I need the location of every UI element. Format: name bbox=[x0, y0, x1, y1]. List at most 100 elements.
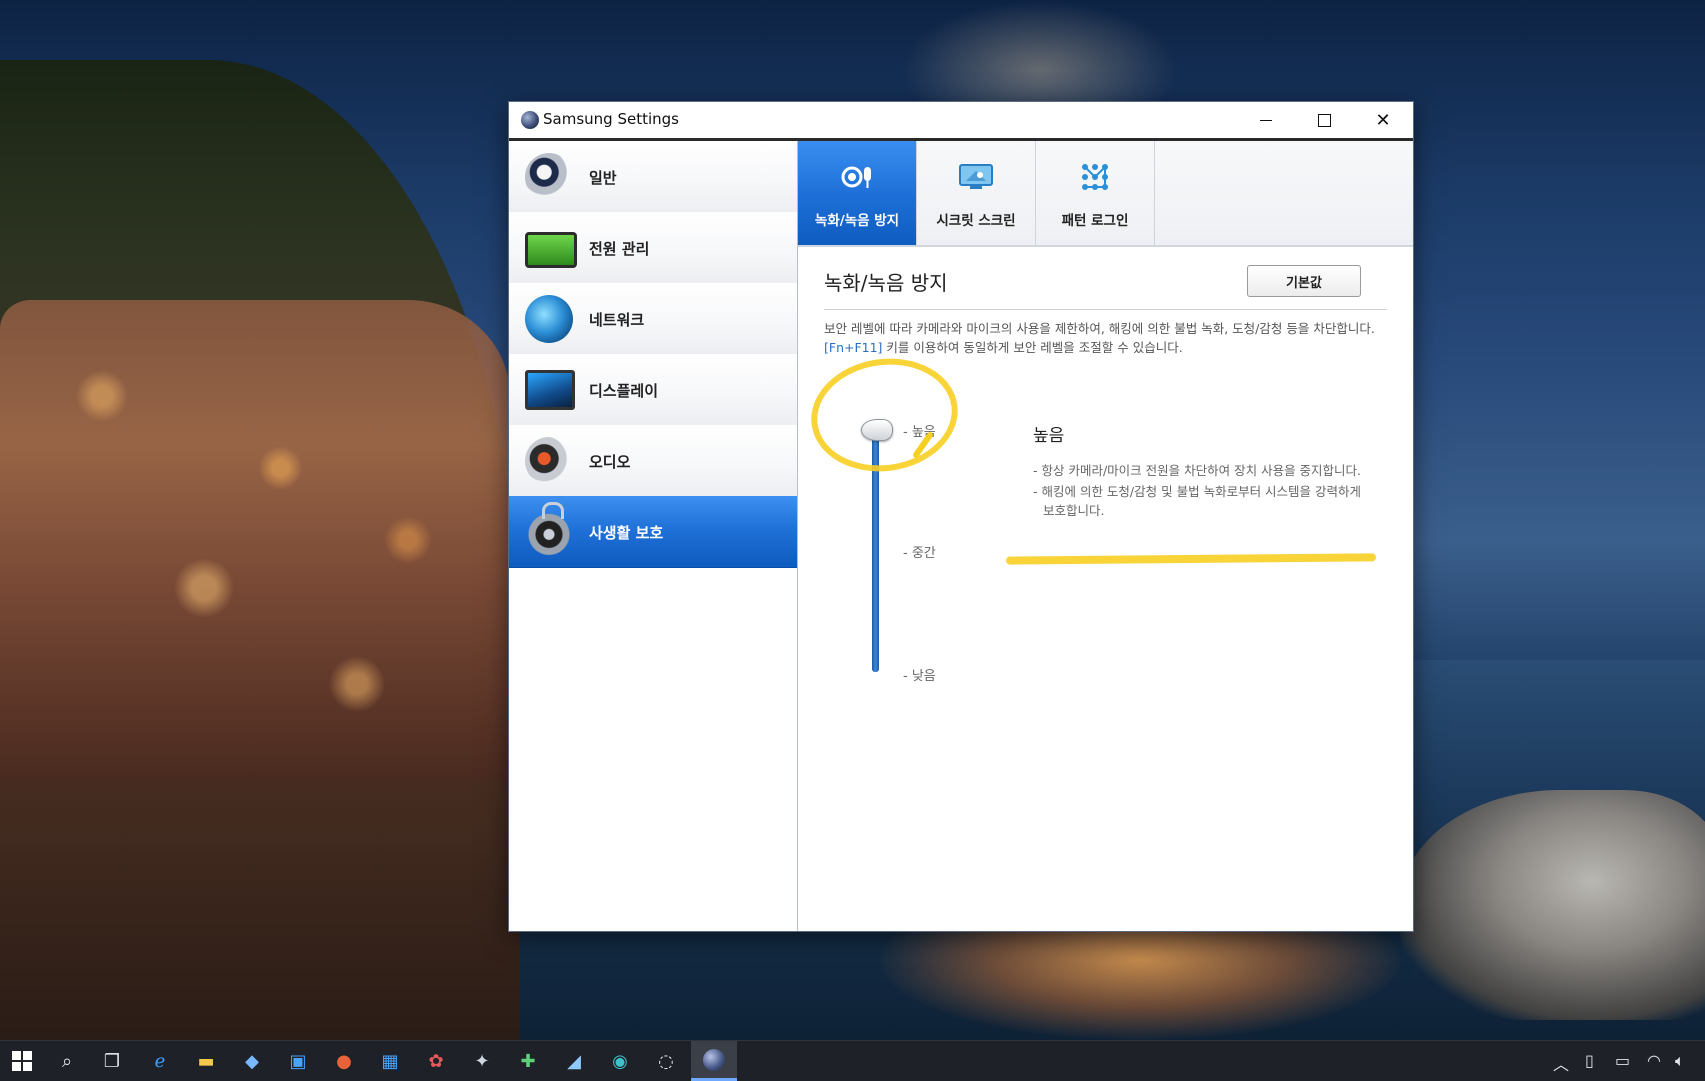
app-icon: ▣ bbox=[289, 1050, 307, 1072]
internet-explorer-icon: ℯ bbox=[154, 1050, 166, 1072]
app-icon: ✦ bbox=[474, 1050, 490, 1072]
annotation-underline bbox=[1005, 553, 1377, 565]
level-option-medium[interactable]: - 중간 bbox=[903, 542, 936, 561]
annotation-circle bbox=[803, 349, 966, 481]
taskbar-app-6[interactable]: ✚ bbox=[516, 1049, 540, 1073]
title-bar[interactable]: Samsung Settings ✕ bbox=[509, 102, 1413, 141]
tab-label: 패턴 로그인 bbox=[1061, 213, 1129, 229]
sidebar-item-audio[interactable]: 오디오 bbox=[509, 425, 797, 497]
lock-shackle bbox=[542, 502, 564, 519]
app-icon: ▦ bbox=[381, 1050, 399, 1072]
tray-battery-button[interactable]: ▭ bbox=[1615, 1051, 1630, 1070]
tray-device-button[interactable]: ▯ bbox=[1585, 1051, 1594, 1070]
app-icon: ✿ bbox=[428, 1050, 444, 1072]
sidebar: 일반 전원 관리 네트워크 디스플레이 오디오 사생활 보호 bbox=[509, 141, 798, 931]
tab-recording-prevention[interactable]: 녹화/녹음 방지 bbox=[798, 141, 917, 245]
sidebar-item-label: 사생활 보호 bbox=[589, 524, 664, 542]
wallpaper-rocks bbox=[1400, 790, 1705, 1020]
window-title: Samsung Settings bbox=[543, 110, 679, 128]
level-description-line: - 항상 카메라/마이크 전원을 차단하여 장치 사용을 중지합니다. bbox=[1033, 463, 1362, 478]
folder-icon: ▬ bbox=[197, 1050, 215, 1072]
minimize-button[interactable] bbox=[1237, 102, 1295, 138]
sidebar-item-label: 일반 bbox=[589, 169, 617, 187]
sidebar-item-label: 네트워크 bbox=[589, 311, 645, 329]
level-option-low[interactable]: - 낮음 bbox=[903, 665, 936, 684]
tab-label: 시크릿 스크린 bbox=[936, 213, 1016, 229]
samsung-settings-taskbar-icon bbox=[703, 1049, 725, 1071]
app-icon: ◢ bbox=[567, 1050, 581, 1072]
content-panel: 녹화/녹음 방지 기본값 보안 레벨에 따라 카메라와 마이크의 사용을 제한하… bbox=[798, 247, 1413, 931]
camera-mic-icon bbox=[841, 166, 871, 188]
maximize-icon bbox=[1317, 113, 1331, 127]
search-icon: ⌕ bbox=[61, 1050, 73, 1072]
globe-wifi-icon bbox=[525, 295, 573, 343]
sidebar-item-network[interactable]: 네트워크 bbox=[509, 283, 797, 355]
start-button[interactable] bbox=[10, 1049, 34, 1073]
sidebar-item-label: 전원 관리 bbox=[589, 240, 650, 258]
taskbar-edge[interactable]: ◉ bbox=[608, 1049, 632, 1073]
taskbar-powerpoint[interactable]: ● bbox=[332, 1049, 356, 1073]
volume-icon: 🔈︎ bbox=[1675, 1051, 1685, 1070]
sidebar-item-label: 디스플레이 bbox=[589, 382, 659, 400]
sidebar-item-display[interactable]: 디스플레이 bbox=[509, 354, 797, 426]
device-icon: ▯ bbox=[1585, 1051, 1594, 1070]
task-view-button[interactable]: ❐ bbox=[100, 1049, 124, 1073]
tab-bar: 녹화/녹음 방지 시크릿 스크린 패턴 로그인 bbox=[798, 141, 1413, 247]
tray-volume-button[interactable]: 🔈︎ bbox=[1675, 1051, 1685, 1071]
taskbar-file-explorer[interactable]: ▬ bbox=[194, 1049, 218, 1073]
reset-default-button[interactable]: 기본값 bbox=[1247, 265, 1361, 297]
search-button[interactable]: ⌕ bbox=[55, 1049, 79, 1073]
monitor-icon bbox=[525, 370, 575, 410]
edge-icon: ◉ bbox=[612, 1050, 628, 1072]
selected-level-title: 높음 bbox=[1033, 426, 1065, 446]
taskbar-app-3[interactable]: ▦ bbox=[378, 1049, 402, 1073]
tab-pattern-login[interactable]: 패턴 로그인 bbox=[1036, 141, 1155, 245]
hotkey-text: [Fn+F11] bbox=[824, 340, 883, 355]
close-button[interactable]: ✕ bbox=[1354, 102, 1412, 138]
tray-wifi-button[interactable]: ◠ bbox=[1647, 1051, 1661, 1070]
tab-secret-screen[interactable]: 시크릿 스크린 bbox=[917, 141, 1036, 245]
sidebar-item-general[interactable]: 일반 bbox=[509, 141, 797, 213]
taskbar-app-8[interactable]: ◌ bbox=[654, 1049, 678, 1073]
taskbar-app-4[interactable]: ✿ bbox=[424, 1049, 448, 1073]
description-text-end: 키를 이용하여 동일하게 보안 레벨을 조절할 수 있습니다. bbox=[882, 340, 1183, 355]
taskbar-app-5[interactable]: ✦ bbox=[470, 1049, 494, 1073]
speaker-icon bbox=[525, 437, 573, 485]
taskbar-samsung-settings-active[interactable] bbox=[691, 1041, 737, 1081]
app-icon: ✚ bbox=[520, 1050, 536, 1072]
powerpoint-icon: ● bbox=[336, 1050, 352, 1072]
taskbar: ⌕ ❐ ℯ ▬ ◆ ▣ ● ▦ ✿ ✦ ✚ ◢ ◉ ◌ ︿ ▯ ▭ ◠ 🔈︎ bbox=[0, 1040, 1705, 1081]
close-icon: ✕ bbox=[1375, 109, 1391, 131]
maximize-button[interactable] bbox=[1295, 102, 1353, 138]
tab-label: 녹화/녹음 방지 bbox=[814, 213, 900, 229]
general-icon bbox=[525, 153, 573, 201]
samsung-settings-app-icon bbox=[521, 111, 539, 129]
taskbar-app-2[interactable]: ▣ bbox=[286, 1049, 310, 1073]
battery-status-icon: ▭ bbox=[1615, 1051, 1631, 1070]
wifi-icon: ◠ bbox=[1647, 1051, 1661, 1070]
pattern-grid-icon bbox=[1082, 164, 1108, 190]
section-title: 녹화/녹음 방지 bbox=[824, 271, 948, 295]
battery-icon bbox=[525, 232, 577, 268]
section-description: 보안 레벨에 따라 카메라와 마이크의 사용을 제한하여, 해킹에 의한 불법 … bbox=[824, 319, 1389, 357]
tray-overflow-button[interactable]: ︿ bbox=[1553, 1051, 1569, 1075]
windows-logo-icon bbox=[12, 1051, 32, 1071]
taskbar-edge-legacy[interactable]: ℯ bbox=[148, 1049, 172, 1073]
task-view-icon: ❐ bbox=[103, 1050, 121, 1072]
description-text: 보안 레벨에 따라 카메라와 마이크의 사용을 제한하여, 해킹에 의한 불법 … bbox=[824, 321, 1375, 336]
chevron-up-icon: ︿ bbox=[1553, 1055, 1570, 1074]
samsung-settings-window: Samsung Settings ✕ 일반 전원 관리 네트워크 디스플레이 오… bbox=[509, 102, 1413, 931]
app-icon: ◆ bbox=[245, 1050, 259, 1072]
minimize-icon bbox=[1260, 119, 1272, 121]
divider bbox=[824, 309, 1387, 310]
wallpaper-village bbox=[0, 300, 510, 780]
sidebar-item-privacy[interactable]: 사생활 보호 bbox=[509, 496, 797, 568]
sidebar-item-label: 오디오 bbox=[589, 453, 631, 471]
level-description-line: - 해킹에 의한 도청/감청 및 불법 녹화로부터 시스템을 강력하게 보호합니… bbox=[1033, 484, 1362, 518]
sidebar-item-power[interactable]: 전원 관리 bbox=[509, 212, 797, 284]
secret-screen-icon bbox=[959, 164, 993, 189]
taskbar-app-1[interactable]: ◆ bbox=[240, 1049, 264, 1073]
selected-level-description: - 항상 카메라/마이크 전원을 차단하여 장치 사용을 중지합니다. - 해킹… bbox=[1033, 461, 1373, 522]
taskbar-app-7[interactable]: ◢ bbox=[562, 1049, 586, 1073]
app-icon: ◌ bbox=[658, 1050, 674, 1072]
